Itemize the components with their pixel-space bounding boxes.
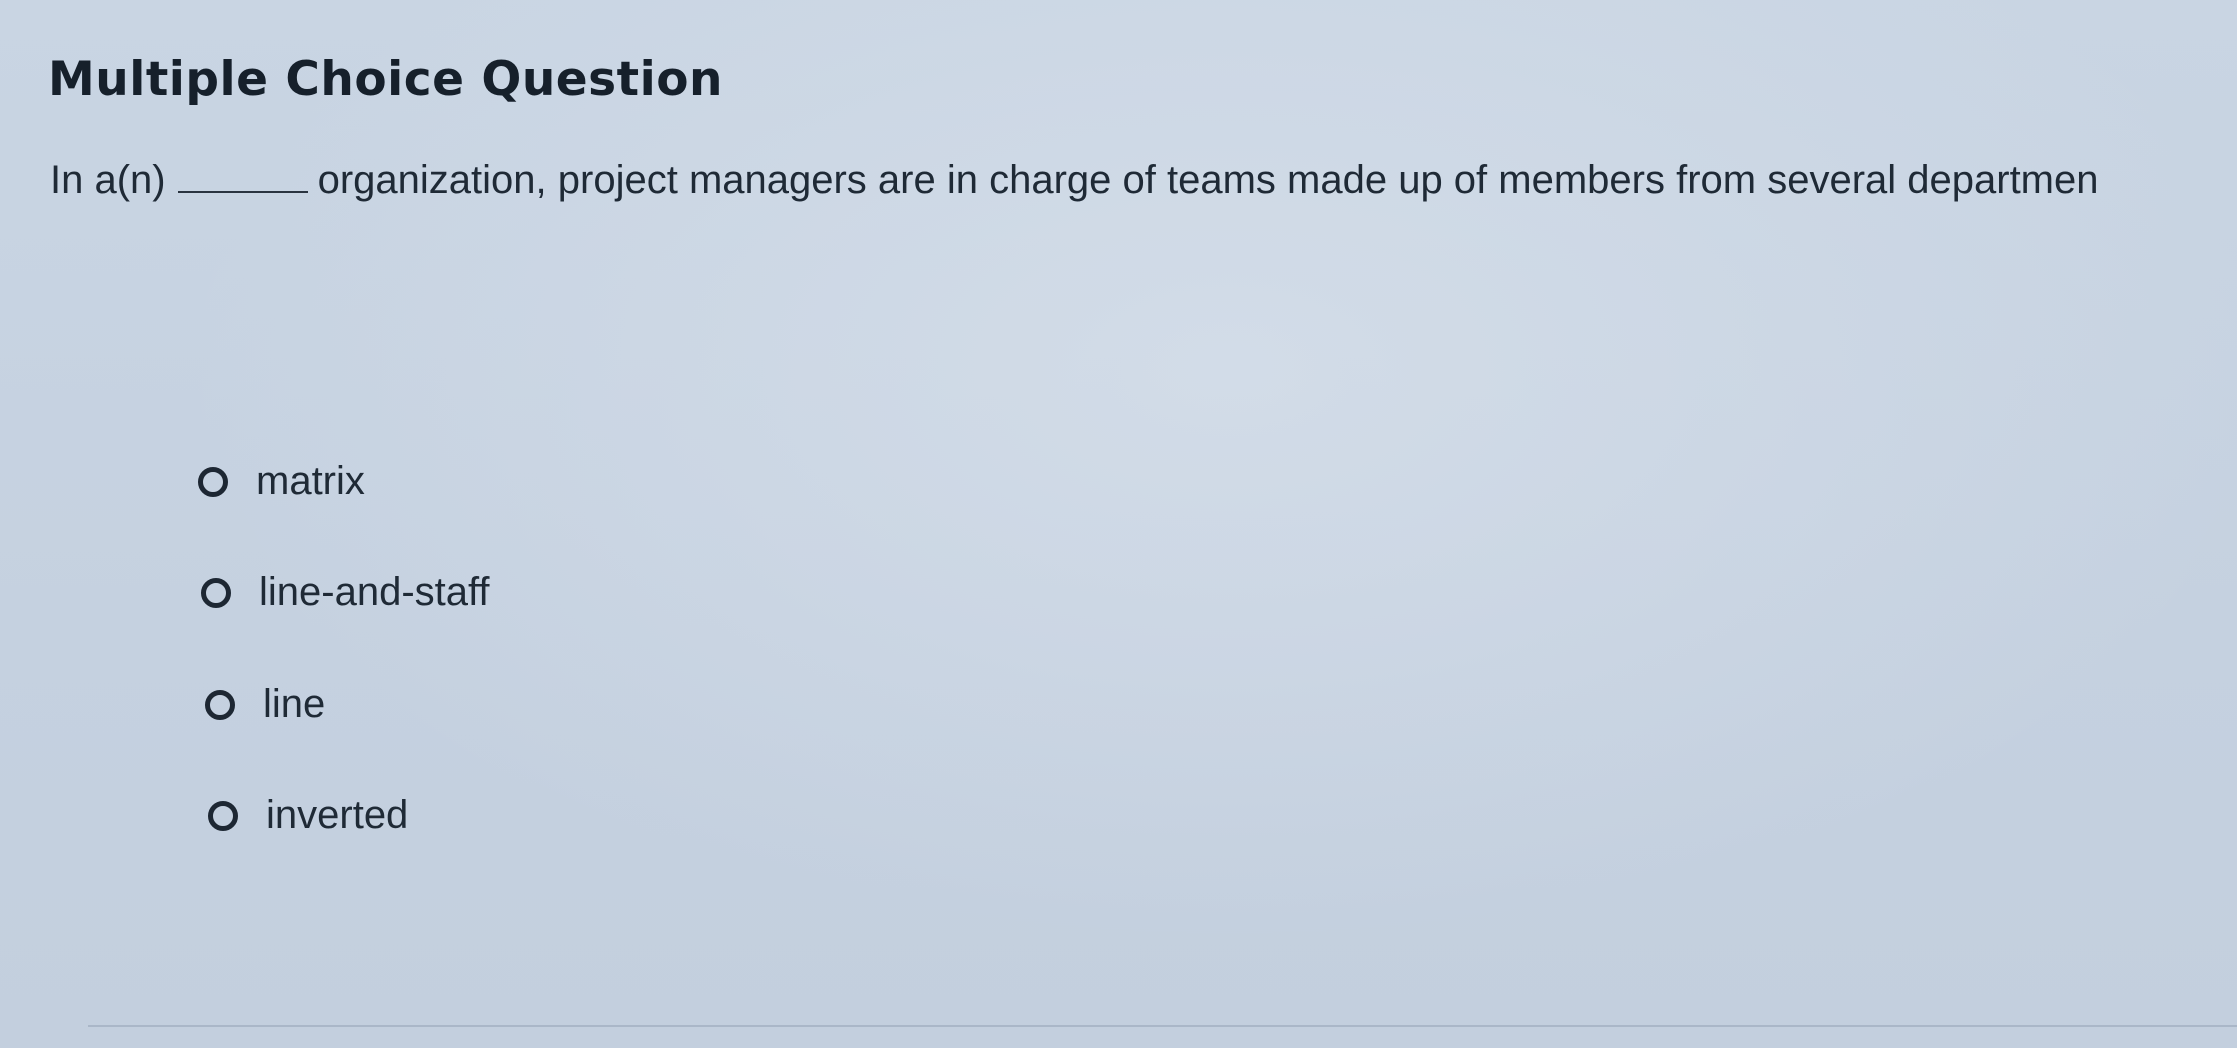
option-label: matrix bbox=[256, 459, 365, 503]
question-prefix: In a(n) bbox=[50, 158, 166, 202]
option-inverted[interactable]: inverted bbox=[208, 793, 408, 838]
radio-button-icon[interactable] bbox=[205, 689, 235, 720]
option-line-and-staff[interactable]: line-and-staff bbox=[201, 570, 490, 615]
option-label: line bbox=[263, 682, 326, 726]
option-matrix[interactable]: matrix bbox=[198, 459, 365, 504]
question-text: In a(n) organization, project managers ar… bbox=[50, 158, 2099, 203]
section-divider bbox=[88, 1025, 2237, 1027]
option-line[interactable]: line bbox=[205, 682, 325, 727]
question-suffix: organization, project managers are in ch… bbox=[317, 158, 2099, 202]
page-title: Multiple Choice Question bbox=[48, 52, 723, 107]
radio-button-icon[interactable] bbox=[198, 466, 228, 497]
radio-button-icon[interactable] bbox=[201, 577, 231, 608]
option-label: inverted bbox=[266, 793, 409, 837]
answer-blank bbox=[177, 161, 308, 193]
option-label: line-and-staff bbox=[259, 570, 490, 614]
radio-button-icon[interactable] bbox=[208, 800, 238, 831]
